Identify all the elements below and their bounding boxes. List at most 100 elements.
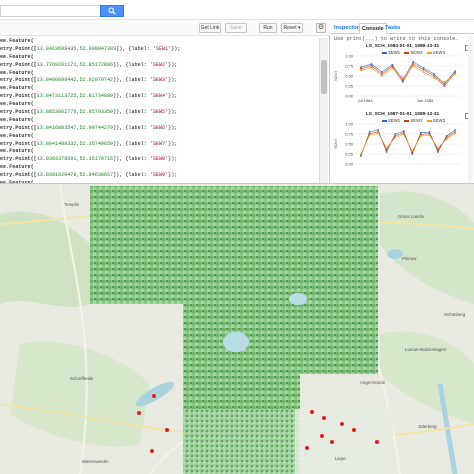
data-point	[422, 67, 425, 69]
data-point	[394, 133, 397, 135]
data-point	[437, 149, 439, 151]
map-label: Lunow-Stolzenhagen	[405, 347, 447, 352]
map-view[interactable]: Templin Gross Landin Pinnow Schönberg Sc…	[0, 184, 474, 474]
panel-tabs: Inspector Console Tasks	[331, 23, 474, 34]
sample-point-marker[interactable]	[330, 440, 334, 444]
code-line[interactable]: ee.Feature(	[0, 117, 318, 125]
scrollbar-thumb[interactable]	[321, 60, 327, 94]
ndvi-chart-1: LS_SCH_1984-01-01_1986-12-31 SEW1 SEW2 S…	[331, 44, 474, 108]
sample-point-marker[interactable]	[310, 410, 314, 414]
code-line[interactable]: ee.Feature(	[0, 164, 318, 172]
data-point	[402, 133, 405, 136]
console-scrollbar[interactable]	[468, 36, 473, 184]
code-line[interactable]: ee.Feature(	[0, 133, 318, 141]
sample-point-marker[interactable]	[137, 411, 141, 415]
code-line[interactable]: ee.Feature(	[0, 148, 318, 156]
data-point	[385, 147, 388, 149]
data-point	[433, 73, 436, 75]
y-tick-label: 1.00	[345, 121, 354, 126]
data-point	[419, 135, 422, 137]
data-point	[360, 66, 362, 69]
series-line-SEW2	[360, 63, 456, 87]
sample-point-marker[interactable]	[352, 428, 356, 432]
code-line[interactable]: etry.Point([13.8416883547,52.90744279]),…	[0, 125, 318, 133]
code-editor-app: Get Link Save Run Reset ▾ ⚙ ee.Feature(e…	[0, 0, 474, 474]
code-line[interactable]: etry.Point([13.8463698435,52.900847303])…	[0, 46, 318, 54]
data-point	[437, 151, 439, 153]
code-line[interactable]: etry.Point([13.8391029479,52.94638667]),…	[0, 172, 318, 180]
sample-point-marker[interactable]	[340, 422, 344, 426]
run-button[interactable]: Run	[259, 23, 277, 33]
y-axis-label: NDVI	[333, 71, 338, 81]
data-point	[401, 81, 404, 83]
sample-point-marker[interactable]	[165, 428, 169, 432]
sample-point-marker[interactable]	[375, 440, 379, 444]
map-label: Marienwerder	[82, 459, 109, 464]
code-line[interactable]: etry.Point([13.8473113725,52.81734880]),…	[0, 93, 318, 101]
data-point	[401, 77, 404, 79]
data-point	[422, 68, 425, 71]
data-point	[360, 67, 362, 70]
data-point	[370, 66, 373, 69]
code-line[interactable]: etry.Point([13.8941489332,52.15749659]),…	[0, 141, 318, 149]
console-message: Use print(...) to write to this console.	[334, 36, 459, 42]
reset-button[interactable]: Reset ▾	[281, 23, 303, 33]
map-label: Templin	[64, 202, 80, 207]
code-line[interactable]: ee.Feature(	[0, 70, 318, 78]
x-tick-label: Jul 1984	[357, 98, 373, 103]
code-line[interactable]: etry.Point([13.8490098442,52.92070742]),…	[0, 77, 318, 85]
data-point	[394, 136, 397, 139]
data-point	[391, 65, 394, 68]
code-text-area[interactable]: ee.Feature(etry.Point([13.8463698435,52.…	[0, 38, 318, 184]
data-point	[454, 73, 456, 75]
y-tick-label: 0.00	[345, 161, 354, 166]
y-tick-label: 0.50	[345, 73, 354, 78]
map-label: Pinnow	[402, 256, 417, 261]
data-point	[428, 132, 431, 135]
data-point	[445, 135, 448, 137]
code-line[interactable]: ee.Feature(	[0, 54, 318, 62]
data-point	[402, 131, 405, 134]
code-line[interactable]: ee.Feature(	[0, 38, 318, 46]
code-line[interactable]: ee.Feature(	[0, 101, 318, 109]
data-point	[433, 77, 436, 79]
data-point	[368, 134, 371, 137]
ndvi-chart-2: LS_SCH_1987-01-01_1989-12-31 SEW1 SEW2 S…	[331, 112, 474, 176]
y-axis-label: NDVI	[333, 139, 338, 149]
tab-tasks[interactable]: Tasks	[383, 23, 402, 34]
get-link-button[interactable]: Get Link	[199, 23, 221, 33]
data-point	[368, 131, 371, 133]
code-line[interactable]: ee.Feature(	[0, 85, 318, 93]
data-point	[412, 63, 415, 65]
map-canvas	[0, 184, 474, 474]
sample-point-marker[interactable]	[305, 446, 309, 450]
data-point	[454, 131, 456, 133]
data-point	[454, 70, 456, 73]
sample-point-marker[interactable]	[320, 434, 324, 438]
chart-plot: 1.00 0.75 0.50 0.25 0.00 NDVI	[333, 121, 461, 166]
code-line[interactable]: etry.Point([13.8853662776,52.95703350]),…	[0, 109, 318, 117]
search-input[interactable]	[0, 5, 100, 17]
sample-point-marker[interactable]	[322, 416, 326, 420]
code-line[interactable]: etry.Point([13.9303378591,52.15179716]),…	[0, 156, 318, 164]
data-point	[454, 132, 456, 135]
data-point	[411, 150, 414, 153]
search-button[interactable]	[100, 5, 124, 17]
tab-inspector[interactable]: Inspector	[332, 23, 361, 34]
search-icon	[108, 7, 116, 15]
gear-icon[interactable]: ⚙	[316, 23, 326, 33]
data-point	[419, 133, 422, 136]
code-line[interactable]: etry.Point([13.7769201171,52.85172886]),…	[0, 62, 318, 70]
y-tick-label: 0.25	[345, 151, 354, 156]
sample-point-marker[interactable]	[150, 449, 154, 453]
sample-point-marker[interactable]	[152, 394, 156, 398]
y-tick-label: 0.75	[345, 63, 354, 68]
editor-scrollbar[interactable]	[319, 38, 328, 184]
data-point	[360, 69, 362, 72]
data-point	[428, 134, 431, 137]
map-label: Angermünde	[360, 380, 386, 385]
data-point	[360, 153, 362, 155]
data-point	[411, 151, 414, 154]
series-line-SEW2	[360, 131, 456, 156]
save-button[interactable]: Save	[225, 23, 247, 33]
